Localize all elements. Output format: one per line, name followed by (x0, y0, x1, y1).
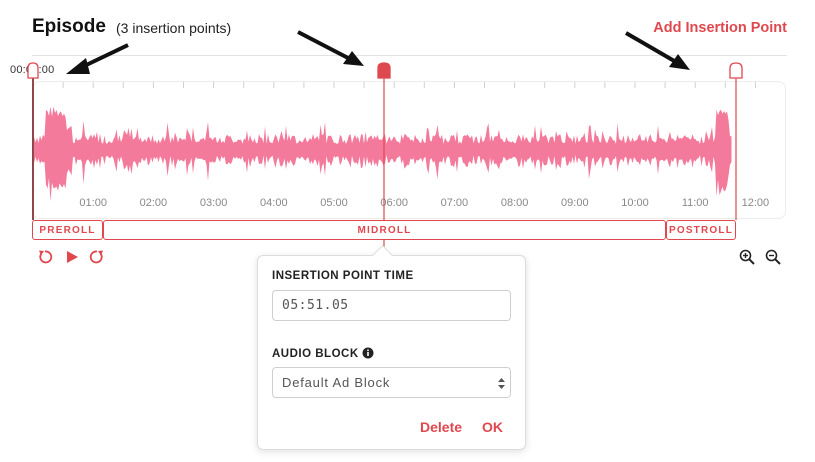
audio-block-select[interactable]: Default Ad Block (272, 367, 511, 398)
tick-labels: 01:00 02:00 03:00 04:00 05:00 06:00 07:00 08:00… (79, 197, 769, 209)
arrow-icon (66, 58, 90, 74)
zoom-in-icon[interactable] (739, 249, 755, 265)
preroll-marker-handle[interactable] (27, 62, 39, 79)
time-label: INSERTION POINT TIME (272, 270, 414, 282)
zoom-out-icon[interactable] (765, 249, 781, 265)
tick-label: 05:00 (320, 197, 348, 209)
tick-label: 01:00 (79, 197, 107, 209)
ok-button[interactable]: OK (482, 419, 503, 435)
tick-label: 08:00 (501, 197, 529, 209)
postroll-marker-handle[interactable] (729, 62, 743, 79)
region-preroll[interactable]: PREROLL (32, 220, 103, 240)
tick-label: 10:00 (621, 197, 649, 209)
tick-label: 02:00 (140, 197, 168, 209)
delete-button[interactable]: Delete (420, 419, 462, 435)
region-postroll[interactable]: POSTROLL (666, 220, 736, 240)
timeline-ticks (62, 82, 756, 88)
audio-block-label: AUDIO BLOCK (272, 348, 359, 360)
audio-block-value: Default Ad Block (282, 375, 391, 390)
tick-label: 03:00 (200, 197, 228, 209)
tick-label: 07:00 (441, 197, 469, 209)
waveform (34, 106, 732, 202)
midroll-marker-handle[interactable] (377, 62, 391, 79)
info-icon[interactable] (362, 347, 374, 359)
select-arrows-icon (498, 378, 505, 389)
play-icon[interactable] (64, 249, 80, 265)
tick-label: 09:00 (561, 197, 589, 209)
forward-icon[interactable] (89, 249, 105, 265)
insertion-time-input[interactable]: 05:51.05 (272, 290, 511, 321)
tick-label: 04:00 (260, 197, 288, 209)
tick-label: 12:00 (742, 197, 770, 209)
arrow-icon (297, 30, 351, 61)
arrow-icon (624, 31, 678, 64)
rewind-icon[interactable] (37, 249, 53, 265)
region-midroll[interactable]: MIDROLL (103, 220, 666, 240)
tick-label: 11:00 (682, 197, 709, 209)
